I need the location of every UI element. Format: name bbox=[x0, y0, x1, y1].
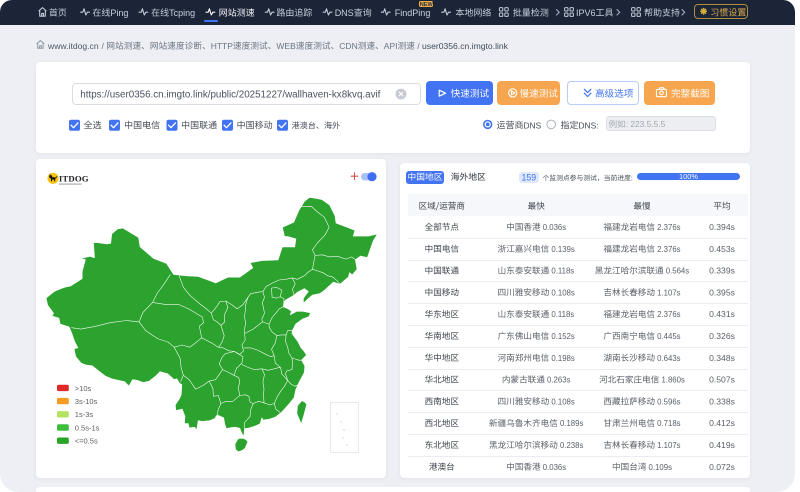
svg-text:159: 159 bbox=[521, 172, 536, 182]
svg-text:Ping: Ping bbox=[110, 8, 128, 18]
svg-text:2.376s: 2.376s bbox=[655, 310, 681, 319]
svg-text:DNS: DNS bbox=[524, 120, 542, 130]
svg-text:WEB: WEB bbox=[276, 41, 296, 51]
svg-text:NEW: NEW bbox=[420, 2, 434, 8]
svg-text:0.445s: 0.445s bbox=[655, 332, 681, 341]
svg-text:0.596s: 0.596s bbox=[655, 397, 681, 406]
svg-text:<=0.5s: <=0.5s bbox=[75, 437, 98, 446]
svg-text:: 223.5.5.5: : 223.5.5.5 bbox=[626, 119, 666, 129]
svg-text:0.108s: 0.108s bbox=[549, 397, 575, 406]
svg-text:FindPing: FindPing bbox=[395, 8, 431, 18]
svg-text:/: / bbox=[99, 41, 106, 51]
svg-text:100%: 100% bbox=[679, 172, 698, 181]
svg-text:0.419s: 0.419s bbox=[709, 440, 735, 450]
svg-text:0.453s: 0.453s bbox=[709, 244, 735, 254]
svg-text:API: API bbox=[384, 41, 398, 51]
svg-text:0.036s: 0.036s bbox=[541, 463, 567, 472]
svg-text:1.107s: 1.107s bbox=[655, 288, 681, 297]
svg-text:0.198s: 0.198s bbox=[549, 354, 575, 363]
svg-text:user0356.cn.imgto.link: user0356.cn.imgto.link bbox=[422, 41, 509, 51]
svg-text:DNS:: DNS: bbox=[579, 120, 599, 130]
svg-text:0.339s: 0.339s bbox=[709, 266, 735, 276]
svg-text:www.itdog.cn: www.itdog.cn bbox=[47, 41, 99, 51]
svg-text:1.860s: 1.860s bbox=[659, 376, 685, 385]
svg-text:0.394s: 0.394s bbox=[709, 222, 735, 232]
svg-text:3s-10s: 3s-10s bbox=[75, 397, 98, 406]
svg-text:0.036s: 0.036s bbox=[541, 223, 567, 232]
svg-text:0.072s: 0.072s bbox=[709, 462, 735, 472]
svg-text:0.395s: 0.395s bbox=[709, 287, 735, 297]
svg-text:0.108s: 0.108s bbox=[549, 288, 575, 297]
svg-text:0.431s: 0.431s bbox=[709, 309, 735, 319]
svg-text:HTTP: HTTP bbox=[211, 41, 234, 51]
svg-text:0.238s: 0.238s bbox=[558, 441, 584, 450]
svg-text:0.263s: 0.263s bbox=[545, 376, 571, 385]
svg-text:0.338s: 0.338s bbox=[709, 396, 735, 406]
svg-text:0.718s: 0.718s bbox=[655, 419, 681, 428]
svg-text:CDN: CDN bbox=[339, 41, 357, 51]
svg-text:0.118s: 0.118s bbox=[549, 267, 574, 276]
svg-text:https://user0356.cn.imgto.link: https://user0356.cn.imgto.link/public/20… bbox=[80, 90, 380, 101]
svg-text:0.109s: 0.109s bbox=[646, 463, 672, 472]
svg-text:0.507s: 0.507s bbox=[709, 375, 735, 385]
svg-text:2.376s: 2.376s bbox=[655, 245, 681, 254]
svg-text:2.376s: 2.376s bbox=[655, 223, 681, 232]
svg-text:IPV6: IPV6 bbox=[576, 8, 596, 18]
svg-text:0.643s: 0.643s bbox=[655, 354, 681, 363]
svg-text:ITDOG: ITDOG bbox=[59, 174, 89, 184]
svg-text:0.326s: 0.326s bbox=[709, 331, 735, 341]
svg-text:1s-3s: 1s-3s bbox=[75, 410, 94, 419]
svg-text:Tcping: Tcping bbox=[169, 8, 195, 18]
svg-text:0.139s: 0.139s bbox=[549, 245, 575, 254]
svg-text:0.152s: 0.152s bbox=[549, 332, 575, 341]
svg-text:>10s: >10s bbox=[75, 384, 92, 393]
svg-text:1.107s: 1.107s bbox=[655, 441, 681, 450]
svg-text:0.5s-1s: 0.5s-1s bbox=[75, 423, 100, 432]
svg-text:0.189s: 0.189s bbox=[558, 419, 584, 428]
svg-text:0.118s: 0.118s bbox=[549, 310, 574, 319]
svg-text:DNS: DNS bbox=[335, 8, 354, 18]
svg-text:0.412s: 0.412s bbox=[709, 418, 735, 428]
svg-text:/: / bbox=[415, 41, 422, 51]
svg-text:0.564s: 0.564s bbox=[664, 267, 690, 276]
svg-text:0.348s: 0.348s bbox=[709, 353, 735, 363]
